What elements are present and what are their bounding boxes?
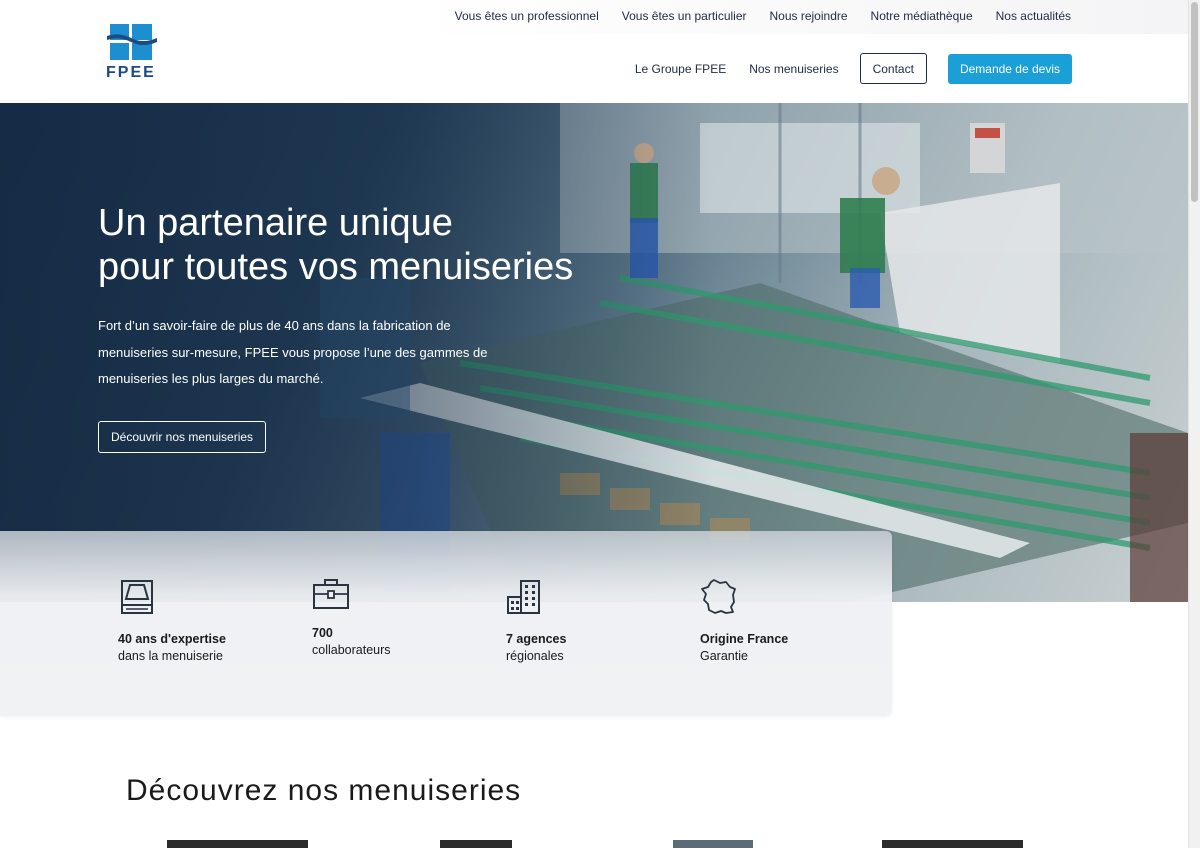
topnav-particulier-link[interactable]: Vous êtes un particulier bbox=[622, 9, 747, 23]
logo-mark-icon bbox=[107, 24, 157, 60]
nav-nos-menuiseries[interactable]: Nos menuiseries bbox=[749, 62, 838, 76]
section-title: Découvrez nos menuiseries bbox=[126, 774, 522, 807]
france-map-icon bbox=[701, 579, 736, 614]
topnav-professionnel-link[interactable]: Vous êtes un professionnel bbox=[455, 9, 599, 23]
fpee-logo[interactable]: FPEE bbox=[106, 24, 160, 84]
briefcase-icon bbox=[313, 579, 349, 609]
page-scrollbar[interactable] bbox=[1188, 0, 1200, 848]
product-thumbnail-4[interactable] bbox=[882, 840, 1023, 848]
nav-groupe-fpee[interactable]: Le Groupe FPEE bbox=[635, 62, 726, 76]
top-bar: Vous êtes un professionnel Vous êtes un … bbox=[0, 0, 1188, 34]
topnav-actualites-link[interactable]: Nos actualités bbox=[996, 9, 1071, 23]
contact-button[interactable]: Contact bbox=[859, 53, 927, 84]
stat-expertise-value: 40 ans d'expertise bbox=[118, 632, 226, 646]
stat-origine-value: Origine France bbox=[700, 632, 789, 646]
stat-collaborateurs-label: collaborateurs bbox=[312, 643, 391, 657]
secondary-nav: Vous êtes un professionnel Vous êtes un … bbox=[455, 9, 1071, 23]
product-thumbnail-1[interactable] bbox=[167, 840, 308, 848]
hero-title-line-2: pour toutes vos menuiseries bbox=[98, 246, 574, 288]
key-figures-panel: 40 ans d'expertise dans la menuiserie 70… bbox=[0, 531, 892, 716]
site-header: Vous êtes un professionnel Vous êtes un … bbox=[0, 0, 1188, 103]
stat-agences-label: régionales bbox=[506, 649, 564, 663]
stat-collaborateurs-value: 700 bbox=[312, 626, 333, 640]
discover-menuiseries-button[interactable]: Découvrir nos menuiseries bbox=[98, 421, 267, 453]
quote-request-button[interactable]: Demande de devis bbox=[947, 53, 1072, 84]
product-thumbnail-3[interactable] bbox=[673, 840, 753, 848]
building-icon bbox=[507, 580, 540, 614]
hero-description: Fort d’un savoir-faire de plus de 40 ans… bbox=[98, 318, 488, 386]
hero-banner: Un partenaire unique pour toutes vos men… bbox=[0, 103, 1188, 602]
window-icon bbox=[121, 580, 153, 614]
topnav-rejoindre-link[interactable]: Nous rejoindre bbox=[770, 9, 848, 23]
scrollbar-thumb[interactable] bbox=[1191, 2, 1198, 202]
logo-text: FPEE bbox=[106, 64, 156, 81]
stat-expertise-label: dans la menuiserie bbox=[118, 649, 223, 663]
stat-agences-value: 7 agences bbox=[506, 632, 567, 646]
main-nav: Le Groupe FPEE Nos menuiseries Contact D… bbox=[635, 53, 1072, 84]
stat-origine-label: Garantie bbox=[700, 649, 748, 663]
hero-title-line-1: Un partenaire unique bbox=[98, 202, 453, 244]
product-thumbnail-2[interactable] bbox=[440, 840, 512, 848]
hero-title: Un partenaire unique pour toutes vos men… bbox=[98, 201, 658, 289]
topnav-mediatheque-link[interactable]: Notre médiathèque bbox=[871, 9, 973, 23]
